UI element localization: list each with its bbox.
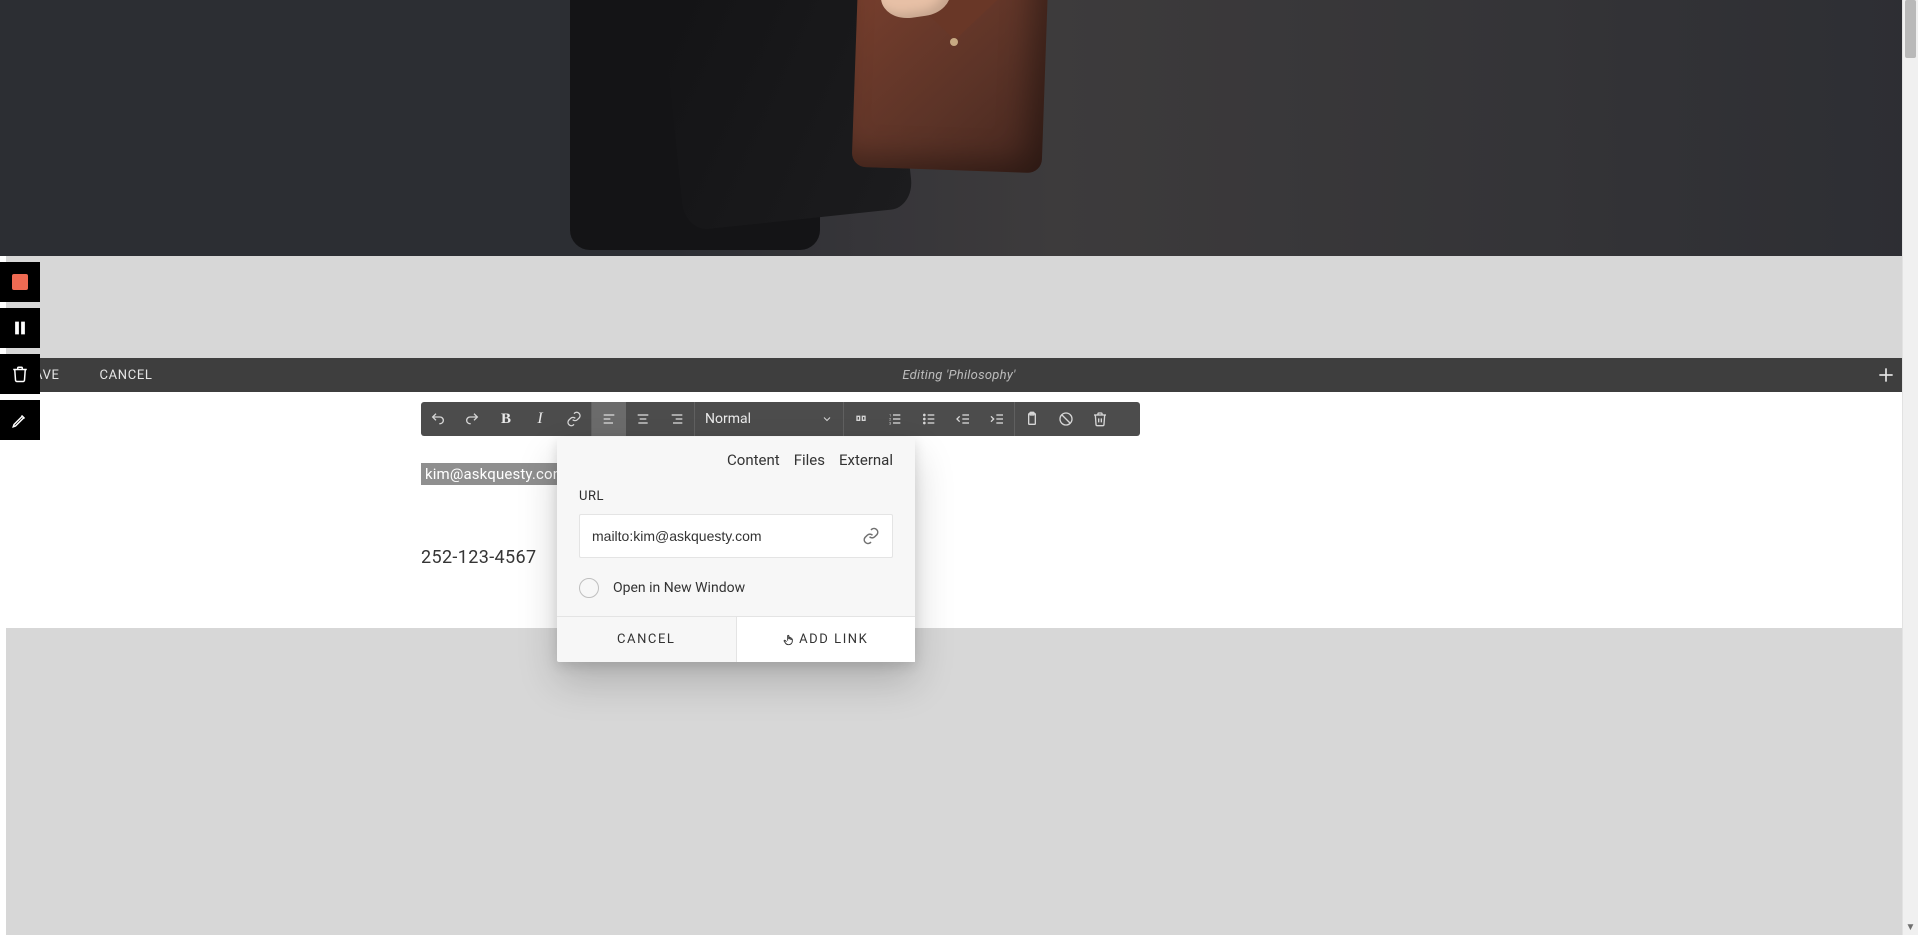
svg-text:3: 3: [889, 420, 891, 425]
italic-icon: I: [537, 410, 542, 428]
align-center-button[interactable]: [626, 402, 660, 436]
align-right-button[interactable]: [660, 402, 694, 436]
paragraph-style-label: Normal: [705, 411, 751, 427]
chevron-down-icon: [821, 413, 833, 425]
selected-email-text[interactable]: kim@askquesty.com: [421, 463, 570, 485]
link-tab-external[interactable]: External: [839, 451, 893, 469]
indent-button[interactable]: [980, 402, 1014, 436]
trash-icon: [1092, 411, 1108, 427]
hero-figure: [570, 0, 1020, 256]
record-button[interactable]: [0, 262, 40, 302]
pause-button[interactable]: [0, 308, 40, 348]
discard-button[interactable]: [0, 354, 40, 394]
undo-icon: [430, 411, 446, 427]
bold-icon: B: [501, 411, 511, 428]
link-icon: [566, 411, 582, 427]
link-editor-popover: Content Files External URL Open in New W…: [557, 437, 915, 662]
italic-button[interactable]: I: [523, 402, 557, 436]
quote-icon: [853, 411, 869, 427]
vertical-scrollbar[interactable]: ▼: [1902, 0, 1918, 935]
unordered-list-icon: [921, 411, 937, 427]
url-input-wrap[interactable]: [579, 514, 893, 558]
trash-icon: [11, 365, 29, 383]
clear-format-icon: [1058, 411, 1074, 427]
link-add-button[interactable]: ADD LINK: [736, 617, 916, 662]
indent-icon: [988, 411, 1006, 427]
outdent-button[interactable]: [946, 402, 980, 436]
align-left-icon: [601, 411, 617, 427]
link-button[interactable]: [557, 402, 591, 436]
editing-indicator: Editing 'Philosophy': [6, 368, 1912, 383]
plus-icon: [1876, 365, 1896, 385]
pause-icon: [11, 319, 29, 337]
clipboard-icon: [1024, 411, 1040, 427]
pencil-icon: [11, 411, 29, 429]
link-tab-content[interactable]: Content: [727, 451, 780, 469]
undo-button[interactable]: [421, 402, 455, 436]
outdent-icon: [954, 411, 972, 427]
record-icon: [12, 274, 28, 290]
ordered-list-icon: 123: [887, 411, 903, 427]
clear-format-button[interactable]: [1049, 402, 1083, 436]
link-icon: [862, 527, 880, 545]
paragraph-style-dropdown[interactable]: Normal: [695, 402, 843, 436]
link-tab-files[interactable]: Files: [794, 451, 825, 469]
url-field-label: URL: [579, 489, 893, 504]
hero-image: [0, 0, 1918, 256]
redo-button[interactable]: [455, 402, 489, 436]
add-block-button[interactable]: [1872, 361, 1900, 389]
align-right-icon: [669, 411, 685, 427]
url-input[interactable]: [592, 528, 862, 544]
format-toolbar: B I Normal 123: [421, 402, 1140, 436]
align-left-button[interactable]: [592, 402, 626, 436]
unordered-list-button[interactable]: [912, 402, 946, 436]
new-window-label: Open in New Window: [613, 580, 745, 596]
blockquote-button[interactable]: [844, 402, 878, 436]
spacer-bottom: [6, 628, 1912, 935]
ordered-list-button[interactable]: 123: [878, 402, 912, 436]
scrollbar-thumb[interactable]: [1905, 0, 1916, 58]
align-center-icon: [635, 411, 651, 427]
scroll-down-arrow[interactable]: ▼: [1903, 919, 1918, 935]
bold-button[interactable]: B: [489, 402, 523, 436]
clipboard-button[interactable]: [1015, 402, 1049, 436]
cursor-pointer-icon: [783, 632, 797, 648]
link-popover-tabs: Content Files External: [557, 437, 915, 471]
redo-icon: [464, 411, 480, 427]
link-cancel-button[interactable]: CANCEL: [557, 617, 736, 662]
recorder-rail: [0, 262, 40, 440]
spacer-top: [6, 256, 1912, 358]
annotate-button[interactable]: [0, 400, 40, 440]
editor-bar: AVE CANCEL Editing 'Philosophy': [6, 358, 1912, 392]
new-window-toggle[interactable]: [579, 578, 599, 598]
delete-button[interactable]: [1083, 402, 1117, 436]
phone-text[interactable]: 252-123-4567: [421, 547, 536, 568]
